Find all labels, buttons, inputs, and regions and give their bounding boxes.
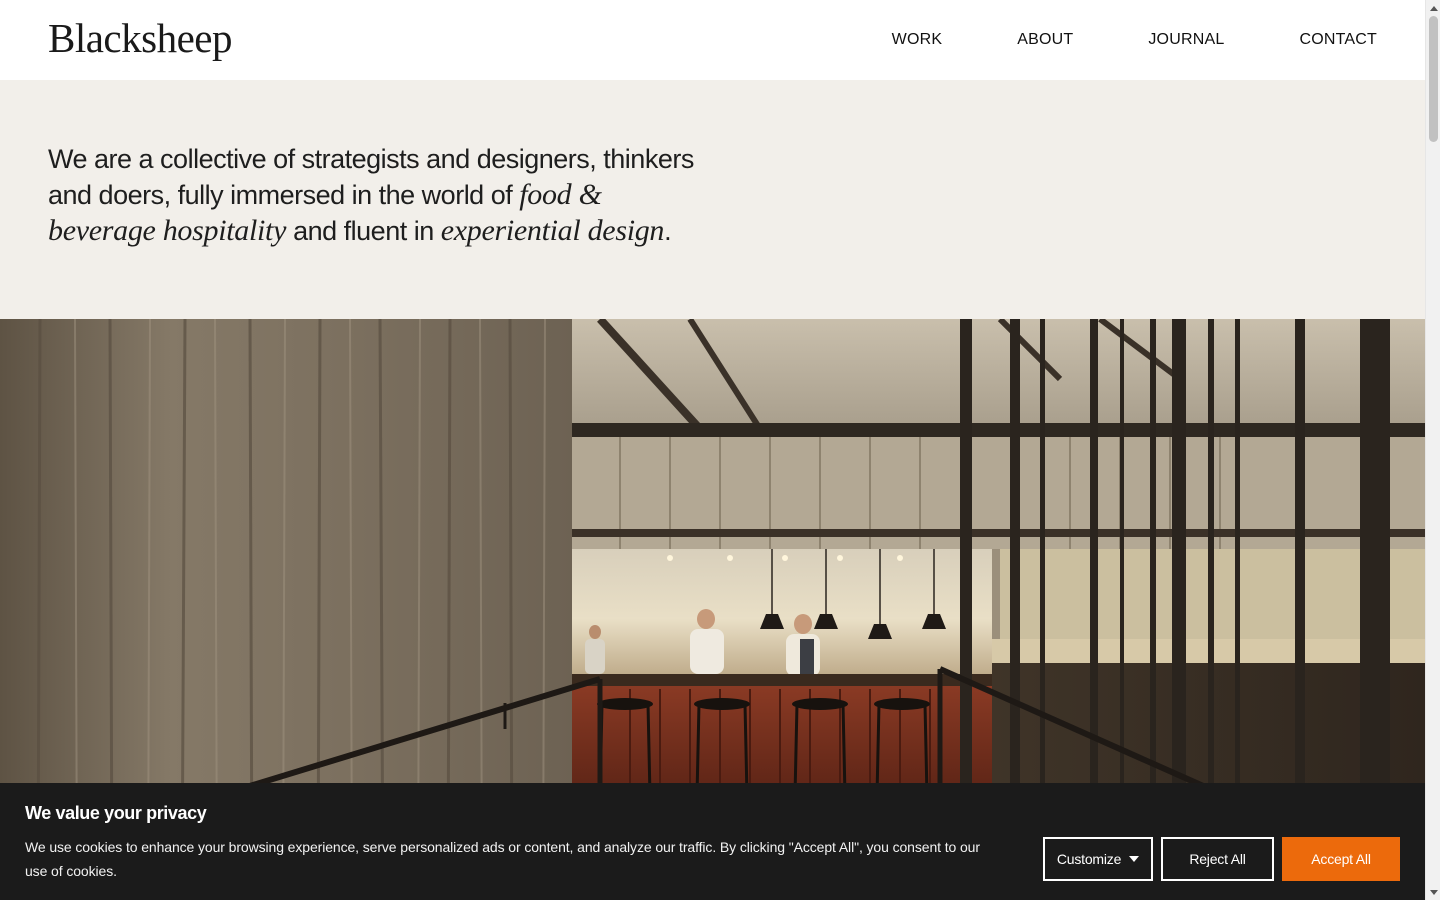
reject-all-label: Reject All <box>1189 851 1246 867</box>
cookie-title: We value your privacy <box>25 803 207 823</box>
cookie-banner: We value your privacy We use cookies to … <box>0 783 1425 900</box>
intro-statement: We are a collective of strategists and d… <box>48 142 708 249</box>
nav-contact[interactable]: CONTACT <box>1299 31 1377 49</box>
main-nav: WORK ABOUT JOURNAL CONTACT <box>817 31 1377 49</box>
scroll-up-icon[interactable] <box>1426 2 1440 14</box>
customize-label: Customize <box>1056 851 1122 867</box>
scroll-thumb[interactable] <box>1429 16 1438 142</box>
intro-emphasis-design: experiential design <box>440 214 665 247</box>
intro-text-3: . <box>664 216 672 246</box>
scroll-down-icon[interactable] <box>1426 886 1440 898</box>
accept-all-button[interactable]: Accept All <box>1282 837 1400 881</box>
page-scrollbar[interactable] <box>1425 0 1440 900</box>
nav-work[interactable]: WORK <box>892 31 943 49</box>
intro-section: We are a collective of strategists and d… <box>0 80 1425 319</box>
nav-about[interactable]: ABOUT <box>1017 31 1073 49</box>
reject-all-button[interactable]: Reject All <box>1161 837 1274 881</box>
page: Blacksheep WORK ABOUT JOURNAL CONTACT We… <box>0 0 1425 900</box>
caret-down-icon <box>1129 856 1140 862</box>
cookie-description: We use cookies to enhance your browsing … <box>25 839 980 879</box>
site-header: Blacksheep WORK ABOUT JOURNAL CONTACT <box>0 0 1425 80</box>
customize-button[interactable]: Customize <box>1043 837 1153 881</box>
nav-journal[interactable]: JOURNAL <box>1148 31 1224 49</box>
accept-all-label: Accept All <box>1311 851 1371 867</box>
intro-text-2: and fluent in <box>286 216 441 246</box>
site-logo[interactable]: Blacksheep <box>48 14 232 62</box>
